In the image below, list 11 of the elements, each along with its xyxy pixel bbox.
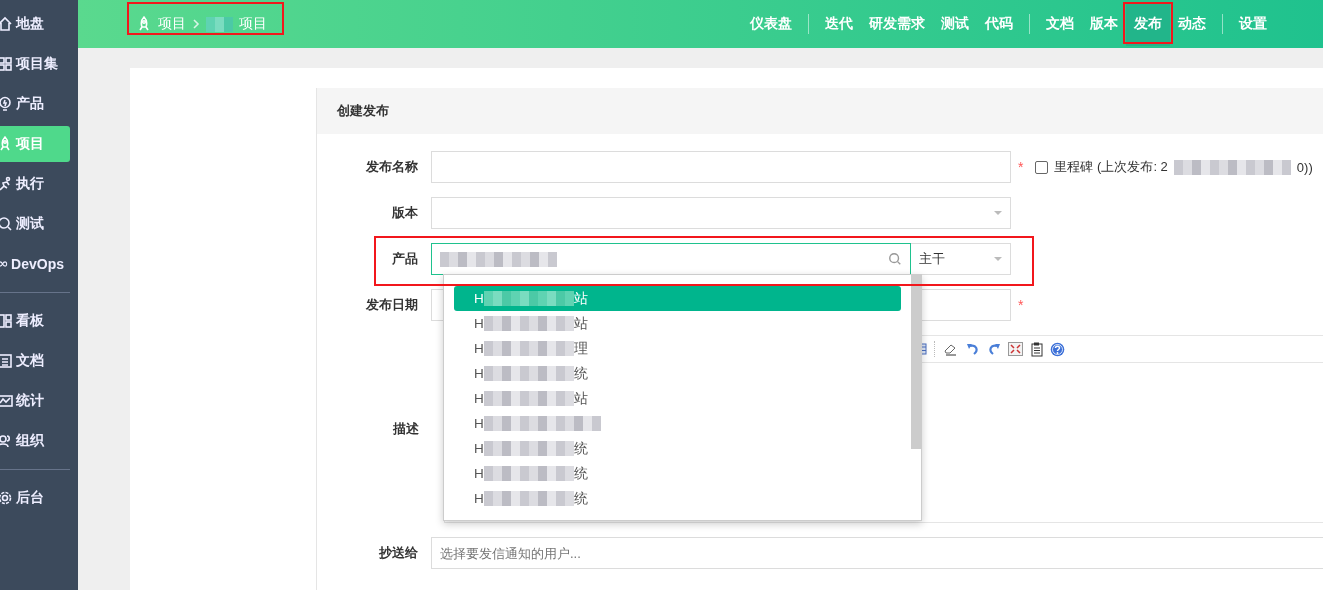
required-mark: *	[1018, 159, 1024, 175]
field-label: 版本	[391, 204, 419, 222]
form-title: 创建发布	[317, 88, 1323, 134]
checkbox-label: 里程碑 (上次发布: 2	[1054, 158, 1168, 176]
field-label: 发布名称	[365, 158, 419, 176]
required-mark: *	[1018, 297, 1024, 313]
field-label: 抄送给	[378, 544, 419, 562]
field-label: 发布日期	[365, 296, 419, 314]
field-label: 描述	[392, 420, 420, 438]
checkbox-label: 0))	[1296, 159, 1313, 175]
field-label: 产品	[391, 250, 419, 268]
